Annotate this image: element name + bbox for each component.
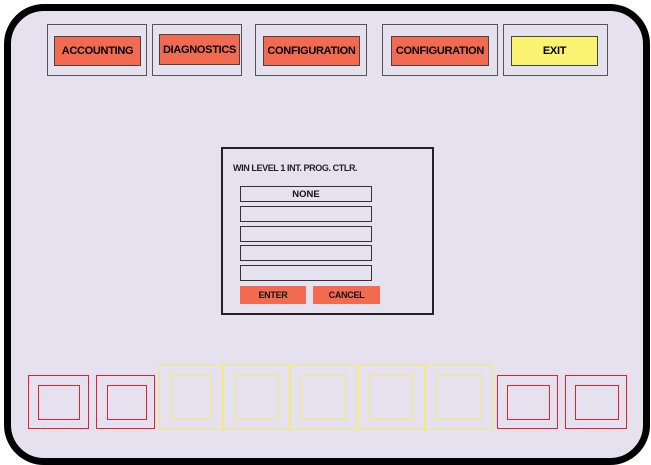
soft-key-2-inner [107, 385, 147, 420]
soft-key-3-inner [170, 375, 212, 420]
soft-key-4-inner [234, 375, 279, 420]
soft-key-7-inner [436, 375, 482, 420]
configuration-button-1[interactable]: CONFIGURATION [263, 36, 360, 66]
soft-key-1[interactable] [28, 375, 89, 429]
win-level-dialog: WIN LEVEL 1 INT. PROG. CTLR. NONE ENTER … [221, 147, 434, 315]
enter-button[interactable]: ENTER [240, 286, 306, 304]
diagnostics-button[interactable]: DIAGNOSTICS [159, 34, 240, 65]
soft-key-7[interactable] [425, 364, 493, 430]
soft-key-5-inner [301, 375, 346, 420]
soft-key-6-inner [369, 375, 414, 420]
option-field-2[interactable] [240, 206, 372, 222]
soft-key-8[interactable] [497, 375, 558, 429]
accounting-button[interactable]: ACCOUNTING [54, 36, 141, 66]
soft-key-9-inner [575, 385, 619, 420]
soft-key-8-inner [507, 385, 550, 420]
configuration-button-2[interactable]: CONFIGURATION [391, 36, 489, 66]
option-field-3[interactable] [240, 226, 372, 242]
soft-key-3[interactable] [159, 364, 223, 430]
cancel-button[interactable]: CANCEL [313, 286, 380, 304]
soft-key-5[interactable] [290, 364, 357, 430]
option-field-5[interactable] [240, 265, 372, 281]
soft-key-6[interactable] [358, 364, 425, 430]
option-field-1[interactable]: NONE [240, 186, 372, 202]
dialog-title: WIN LEVEL 1 INT. PROG. CTLR. [233, 163, 358, 173]
option-field-4[interactable] [240, 245, 372, 261]
soft-key-9[interactable] [565, 375, 627, 429]
exit-button[interactable]: EXIT [511, 36, 598, 66]
soft-key-4[interactable] [223, 364, 290, 430]
soft-key-1-inner [38, 385, 80, 420]
soft-key-2[interactable] [96, 375, 155, 429]
